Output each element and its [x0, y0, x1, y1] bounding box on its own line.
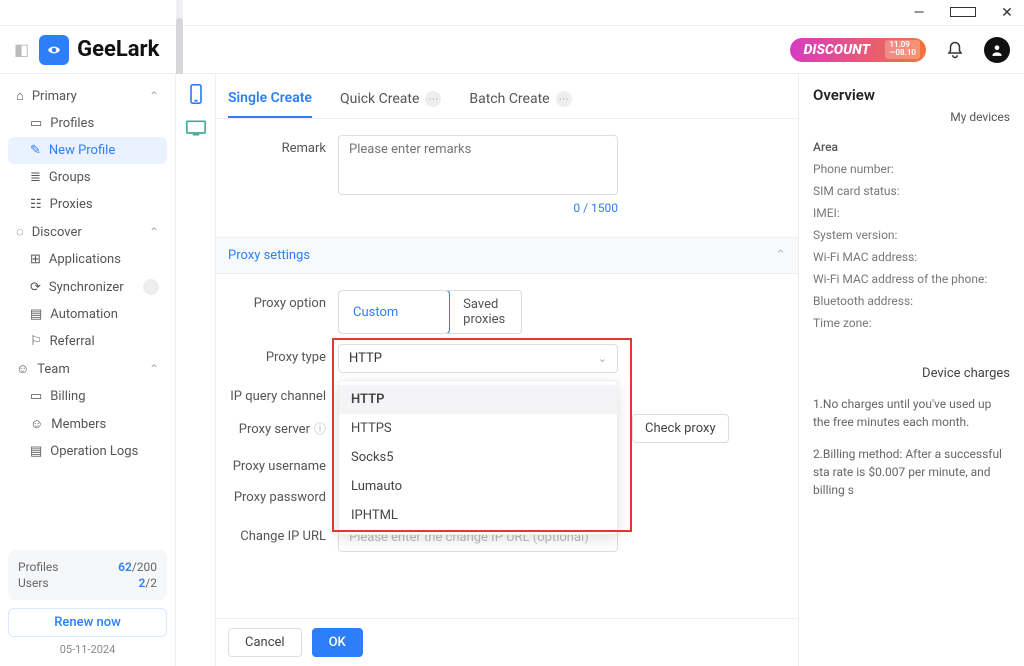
- info-wifi: Wi-Fi MAC address:: [813, 250, 1010, 264]
- chevron-down-icon: ⌄: [598, 352, 607, 365]
- check-proxy-button[interactable]: Check proxy: [632, 414, 729, 443]
- window-titlebar: — ✕: [0, 0, 1024, 26]
- brand-name: GeeLark: [77, 37, 159, 62]
- nav-section-discover[interactable]: ◌ Discover⌃: [8, 218, 167, 246]
- my-devices-link[interactable]: My devices: [813, 110, 1010, 124]
- info-sim: SIM card status:: [813, 184, 1010, 198]
- sync-status-icon: [143, 279, 159, 295]
- overview-title: Overview: [813, 86, 1010, 104]
- overview-panel: Overview My devices Area Phone number: S…: [798, 74, 1024, 666]
- remark-input[interactable]: [338, 135, 618, 195]
- proxy-username-label: Proxy username: [228, 453, 338, 474]
- proxy-option-toggle: Custom Saved proxies: [338, 290, 522, 334]
- nav-profiles[interactable]: ▭ Profiles: [8, 110, 167, 137]
- device-type-column: [176, 74, 216, 666]
- app-header: ◧ GeeLark DISCOUNT 11.09 —08.10: [0, 26, 1024, 74]
- notifications-icon[interactable]: [942, 37, 968, 63]
- tab-badge-icon: ⋯: [556, 91, 572, 107]
- proxy-server-label: Proxy serverⓘ: [228, 414, 338, 437]
- proxy-option-custom[interactable]: Custom: [338, 290, 450, 334]
- info-phone: Phone number:: [813, 162, 1010, 176]
- info-bt: Bluetooth address:: [813, 294, 1010, 308]
- chevron-up-icon: ⌃: [149, 225, 159, 239]
- chevron-up-icon: ⌃: [149, 362, 159, 376]
- tab-quick-create[interactable]: Quick Create⋯: [340, 84, 441, 118]
- nav-automation[interactable]: ▤ Automation: [8, 301, 167, 328]
- user-avatar[interactable]: [984, 37, 1010, 63]
- proxy-type-option-socks5[interactable]: Socks5: [339, 443, 617, 472]
- desktop-device-icon[interactable]: [186, 118, 206, 138]
- charges-text-2: 2.Billing method: After a successful sta…: [813, 445, 1010, 499]
- proxy-type-select[interactable]: HTTP ⌄: [338, 344, 618, 373]
- info-sysver: System version:: [813, 228, 1010, 242]
- info-tz: Time zone:: [813, 316, 1010, 330]
- proxy-type-option-iphtml[interactable]: IPHTML: [339, 501, 617, 530]
- create-tabs: Single Create Quick Create⋯ Batch Create…: [216, 74, 798, 119]
- proxy-password-label: Proxy password: [228, 484, 338, 505]
- nav-section-team[interactable]: ☺ Team⌃: [8, 355, 167, 383]
- info-imei: IMEI:: [813, 206, 1010, 220]
- maximize-button[interactable]: [950, 5, 976, 21]
- renew-button[interactable]: Renew now: [8, 608, 167, 637]
- proxy-type-option-https[interactable]: HTTPS: [339, 414, 617, 443]
- remark-label: Remark: [228, 135, 338, 156]
- form-footer: Cancel OK: [216, 618, 798, 666]
- sidebar-toggle-icon[interactable]: ◧: [14, 40, 29, 59]
- chevron-up-icon: ⌃: [775, 248, 786, 263]
- proxy-type-dropdown: HTTP HTTPS Socks5 Lumauto IPHTML: [338, 380, 618, 535]
- remark-counter: 0 / 1500: [338, 201, 618, 215]
- nav-referral[interactable]: ⚐ Referral: [8, 328, 167, 355]
- discount-banner[interactable]: DISCOUNT 11.09 —08.10: [790, 38, 926, 62]
- usage-stats: Profiles62/200 Users2/2: [8, 550, 167, 600]
- proxy-option-saved[interactable]: Saved proxies: [449, 291, 521, 333]
- nav-members[interactable]: ☺ Members: [8, 410, 167, 438]
- proxy-settings-section[interactable]: Proxy settings ⌃: [216, 237, 798, 274]
- nav-operation-logs[interactable]: ▤ Operation Logs: [8, 438, 167, 465]
- tab-batch-create[interactable]: Batch Create⋯: [469, 84, 571, 118]
- app-logo: GeeLark: [39, 35, 159, 65]
- mobile-device-icon[interactable]: [186, 84, 206, 104]
- nav-new-profile[interactable]: ✎ New Profile: [8, 137, 167, 164]
- nav-synchronizer[interactable]: ⟳ Synchronizer: [8, 273, 167, 301]
- proxy-type-option-lumauto[interactable]: Lumauto: [339, 472, 617, 501]
- charges-text-1: 1.No charges until you've used up the fr…: [813, 395, 1010, 431]
- license-date: 05-11-2024: [8, 643, 167, 656]
- info-area: Area: [813, 140, 1010, 154]
- ip-query-label: IP query channel: [228, 383, 338, 404]
- nav-billing[interactable]: ▭ Billing: [8, 383, 167, 410]
- device-charges-title: Device charges: [813, 366, 1010, 381]
- tab-single-create[interactable]: Single Create: [228, 84, 312, 118]
- nav-proxies[interactable]: ☷ Proxies: [8, 191, 167, 218]
- proxy-type-label: Proxy type: [228, 344, 338, 365]
- help-icon[interactable]: ⓘ: [314, 422, 326, 436]
- info-wifi-phone: Wi-Fi MAC address of the phone:: [813, 272, 1010, 286]
- change-ip-url-label: Change IP URL: [228, 523, 338, 544]
- proxy-type-option-http[interactable]: HTTP: [339, 385, 617, 414]
- tab-badge-icon: ⋯: [425, 91, 441, 107]
- ok-button[interactable]: OK: [312, 628, 363, 657]
- minimize-button[interactable]: —: [906, 5, 932, 21]
- nav-applications[interactable]: ⊞ Applications: [8, 246, 167, 273]
- chevron-up-icon: ⌃: [149, 89, 159, 103]
- proxy-option-label: Proxy option: [228, 290, 338, 311]
- close-button[interactable]: ✕: [994, 5, 1020, 21]
- sidebar: ⌂ Primary⌃ ▭ Profiles ✎ New Profile ≣ Gr…: [0, 74, 176, 666]
- main-form: Single Create Quick Create⋯ Batch Create…: [216, 74, 798, 666]
- cancel-button[interactable]: Cancel: [228, 628, 302, 657]
- logo-icon: [39, 35, 69, 65]
- nav-section-primary[interactable]: ⌂ Primary⌃: [8, 82, 167, 110]
- nav-groups[interactable]: ≣ Groups: [8, 164, 167, 191]
